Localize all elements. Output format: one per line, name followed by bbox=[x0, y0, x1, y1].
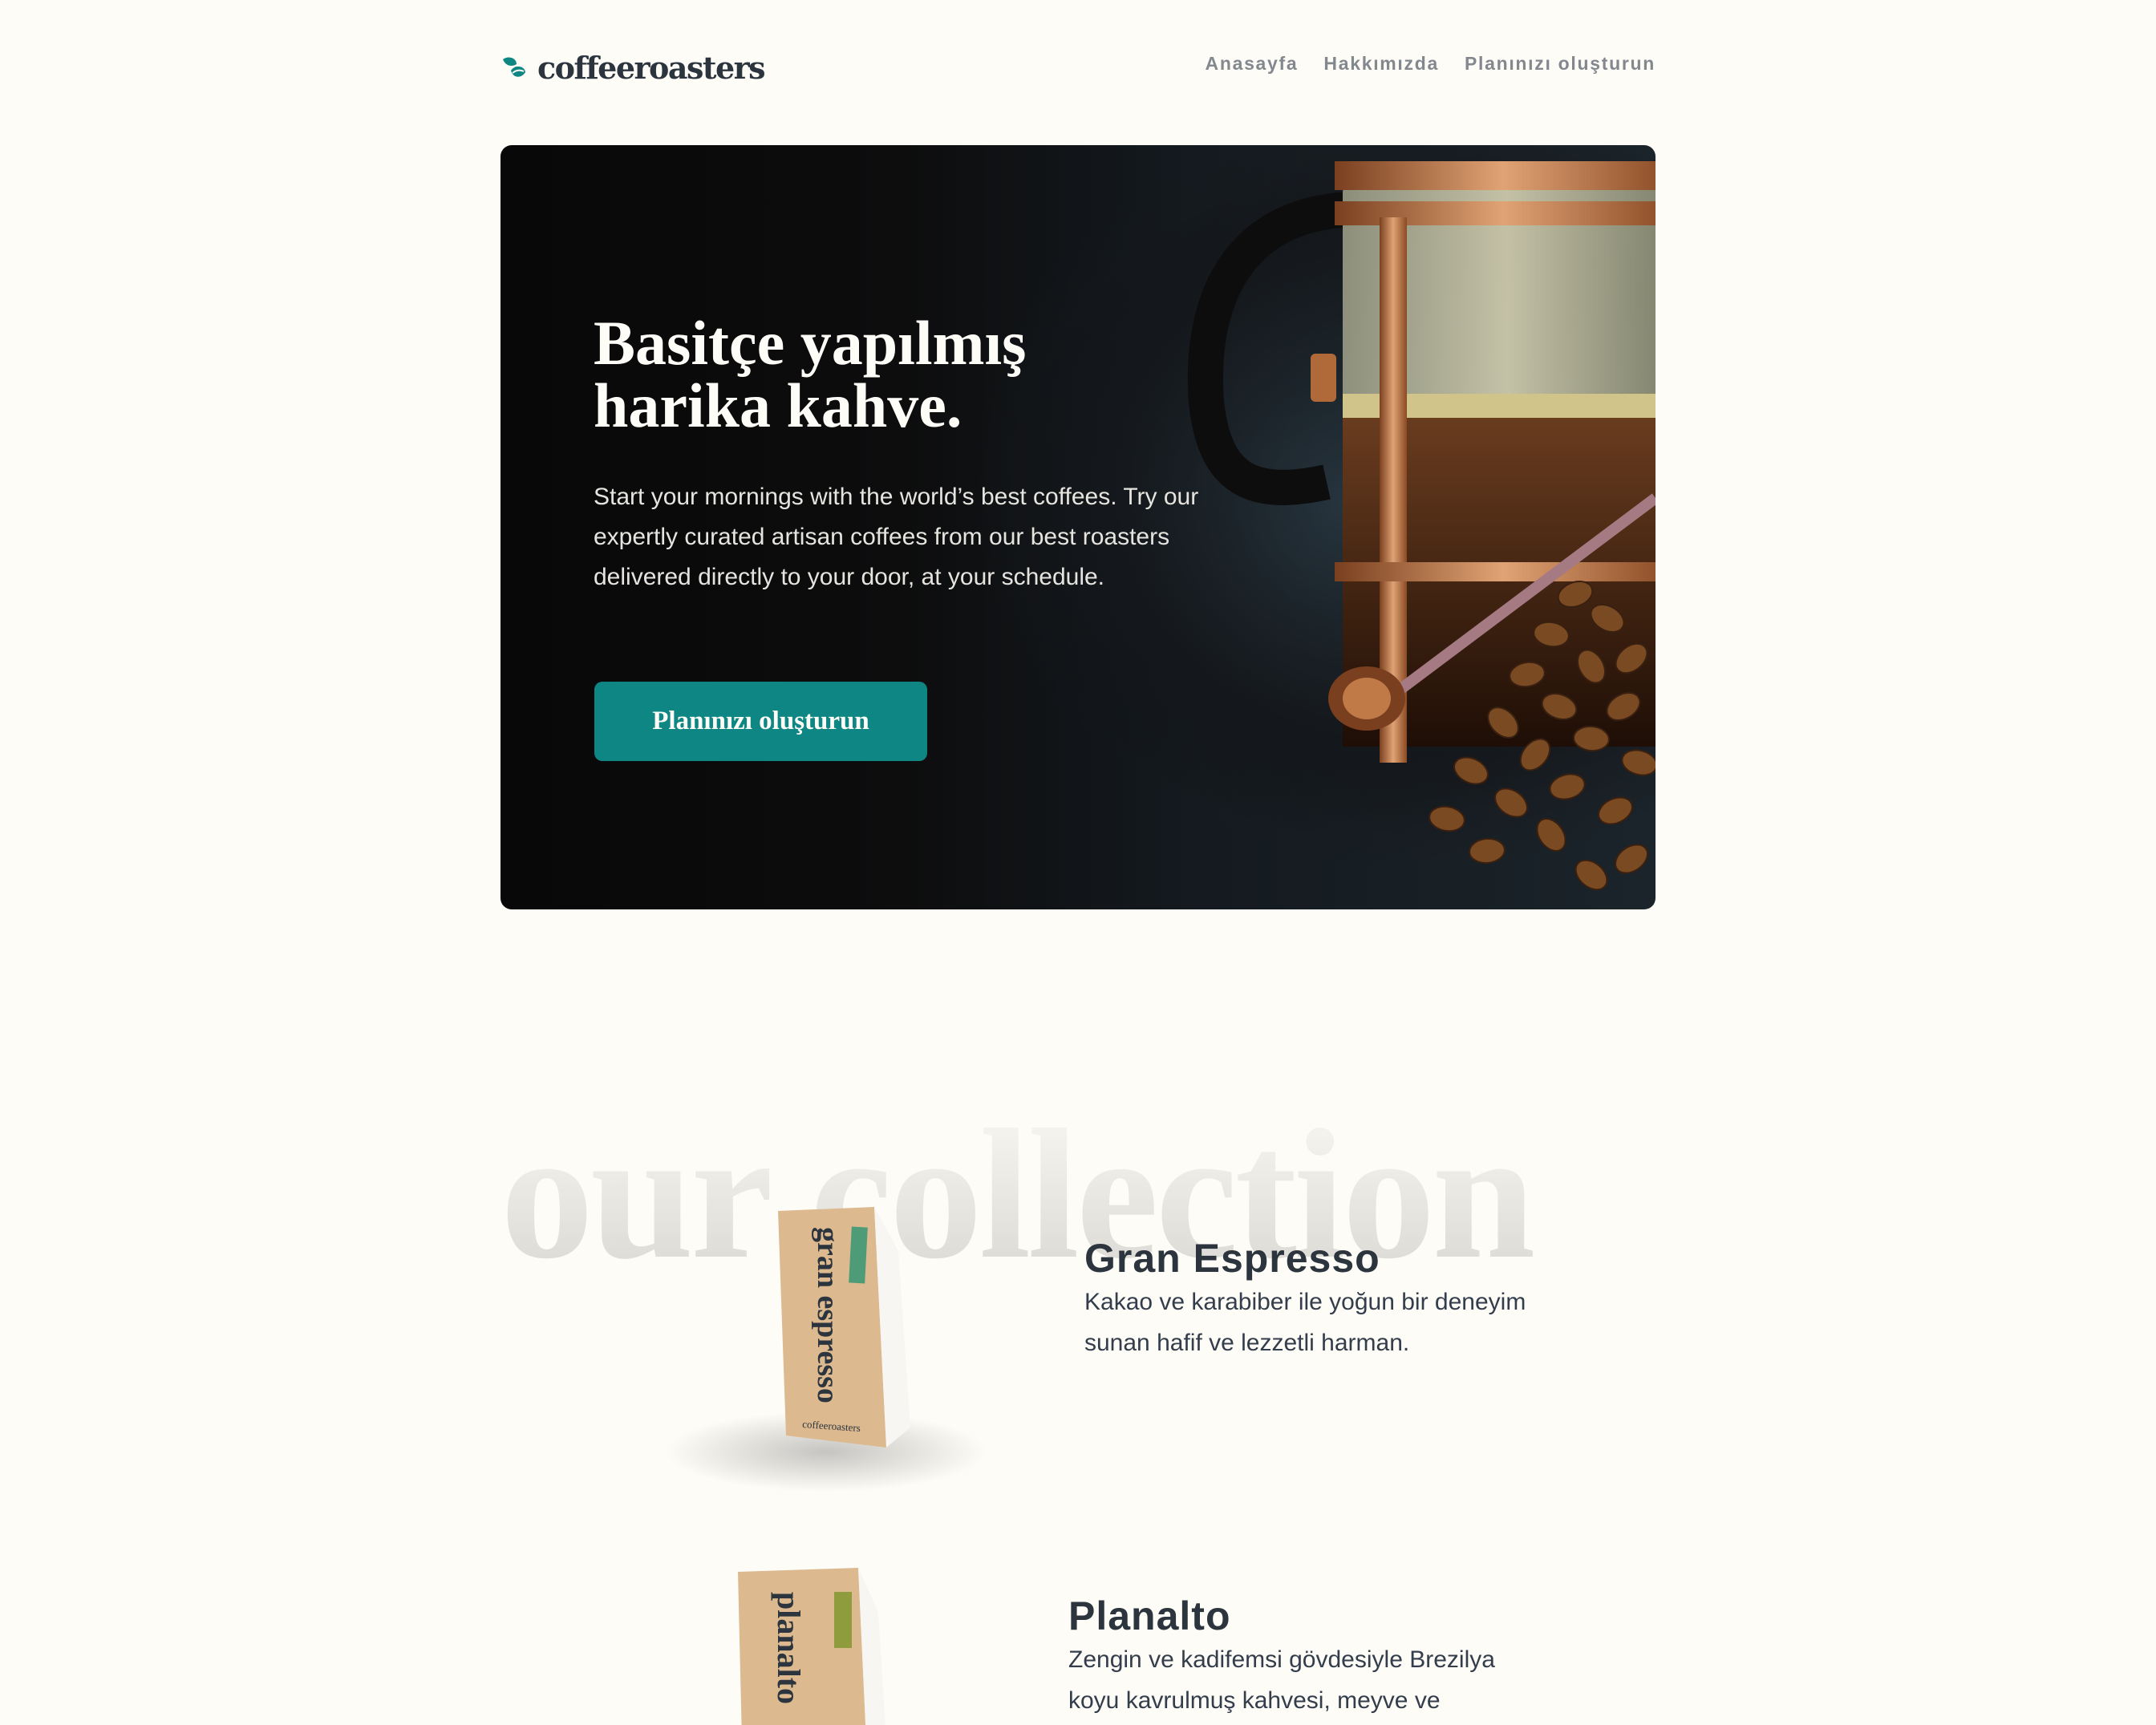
product-name-planalto: Planalto bbox=[1068, 1593, 1231, 1638]
hero-title: Basitçe yapılmış harika kahve. bbox=[594, 312, 1155, 437]
hero-description: Start your mornings with the world’s bes… bbox=[594, 484, 1199, 590]
planalto-bag-label: planalto bbox=[771, 1592, 807, 1704]
site-header: coffeeroasters Anasayfa Hakkımızda Planı… bbox=[500, 38, 1656, 96]
gran-espresso-bag-label: gran espresso bbox=[811, 1227, 845, 1403]
product-description-gran-espresso: Kakao ve karabiber ile yoğun bir deneyim… bbox=[1084, 1289, 1526, 1356]
product-name-gran-espresso: Gran Espresso bbox=[1084, 1236, 1380, 1281]
nav-link-about[interactable]: Hakkımızda bbox=[1323, 53, 1439, 75]
logo[interactable]: coffeeroasters bbox=[500, 50, 766, 86]
create-plan-button[interactable]: Planınızı oluşturun bbox=[594, 682, 927, 761]
planalto-bag-image: planalto bbox=[738, 1568, 886, 1725]
hero-title-line-1: Basitçe yapılmış bbox=[594, 308, 1027, 378]
nav-link-create-plan[interactable]: Planınızı oluşturun bbox=[1465, 53, 1656, 75]
hero-title-line-2: harika kahve. bbox=[594, 371, 962, 440]
hero-banner: Basitçe yapılmış harika kahve. Start you… bbox=[500, 145, 1656, 909]
main-nav: Anasayfa Hakkımızda Planınızı oluşturun bbox=[1180, 53, 1656, 75]
gran-espresso-bag-image: gran espresso coffeeroasters bbox=[666, 1207, 987, 1492]
logo-text: coffeeroasters bbox=[537, 50, 766, 86]
product-description-planalto: Zengin ve kadifemsi gövdesiyle Brezilya … bbox=[1068, 1646, 1495, 1714]
coffee-bean-logo-icon bbox=[503, 57, 525, 77]
nav-link-home[interactable]: Anasayfa bbox=[1206, 53, 1299, 75]
